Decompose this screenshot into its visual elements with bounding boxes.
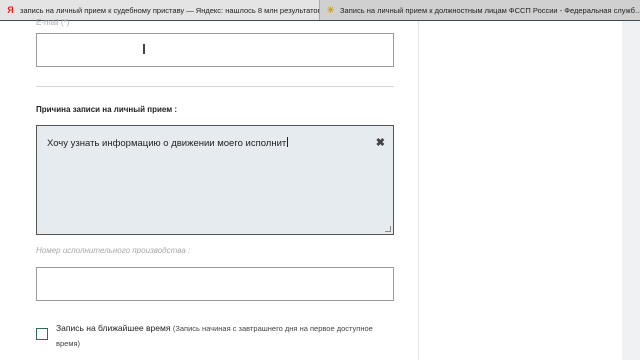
yandex-icon: Я xyxy=(7,4,14,15)
side-column-divider xyxy=(418,21,419,360)
fssp-emblem-icon: ☀ xyxy=(326,4,335,15)
nearest-time-label[interactable]: Запись на ближайшее время (Запись начина… xyxy=(56,321,386,351)
proceeding-number-label: Номер исполнительного производства : xyxy=(36,246,191,255)
tab-yandex-search[interactable]: Я запись на личный прием к судебному при… xyxy=(0,0,320,20)
section-divider xyxy=(36,86,394,87)
nearest-time-checkbox[interactable] xyxy=(36,328,48,340)
tab-title: Запись на личный прием к должностным лиц… xyxy=(340,5,640,15)
email-label: E-mail (*) xyxy=(36,18,70,27)
resize-handle[interactable] xyxy=(385,226,391,232)
page-right-gutter xyxy=(622,21,640,360)
text-cursor xyxy=(143,44,145,54)
proceeding-number-input[interactable] xyxy=(36,267,394,301)
email-field[interactable] xyxy=(36,33,394,67)
page-content: E-mail (*) Причина записи на личный прие… xyxy=(0,18,640,360)
nearest-time-text: Запись на ближайшее время xyxy=(56,323,171,333)
tab-fssp[interactable]: ☀ Запись на личный прием к должностным л… xyxy=(320,0,640,20)
tab-bar: Я запись на личный прием к судебному при… xyxy=(0,0,640,20)
tab-title: запись на личный прием к судебному прист… xyxy=(20,5,320,15)
reason-textarea[interactable]: Хочу узнать информацию о движении моего … xyxy=(36,125,394,235)
reason-label: Причина записи на личный прием : xyxy=(36,105,178,114)
clear-icon[interactable]: ✖ xyxy=(376,136,385,149)
reason-text: Хочу узнать информацию о движении моего … xyxy=(47,138,287,149)
